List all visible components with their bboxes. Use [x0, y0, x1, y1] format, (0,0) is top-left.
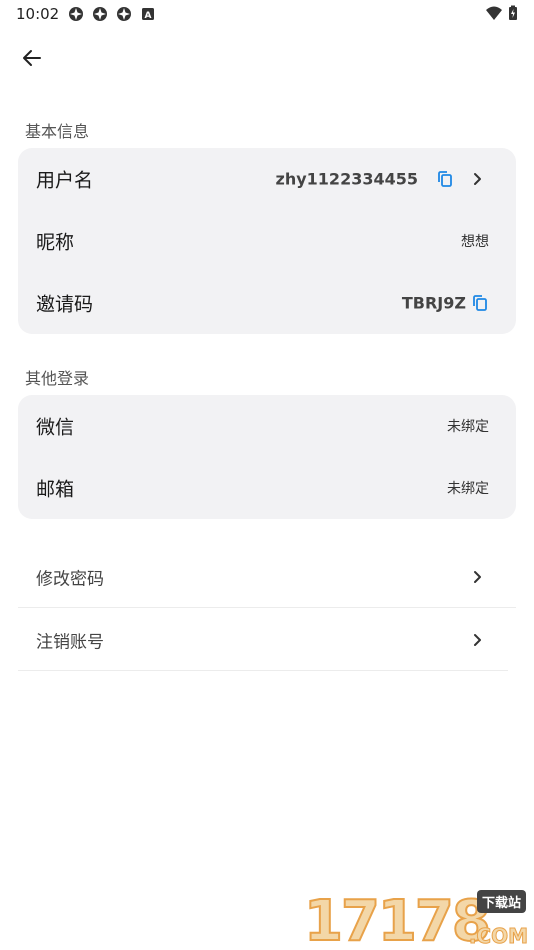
invite-code-label: 邀请码 [36, 293, 94, 316]
username-label: 用户名 [36, 169, 94, 192]
nickname-row: 昵称 想想 [18, 210, 516, 272]
email-status: 未绑定 [447, 481, 489, 497]
chevron-right-icon[interactable] [471, 172, 485, 186]
wifi-icon [486, 6, 502, 20]
section-title-basic-info: 基本信息 [25, 122, 90, 141]
delete-account-label: 注销账号 [36, 632, 104, 652]
other-login-card: 微信 未绑定 邮箱 未绑定 [18, 395, 516, 519]
chevron-right-icon [474, 633, 481, 646]
app-notification-icon [117, 7, 131, 21]
watermark-number: 17178 [303, 889, 492, 950]
invite-code-value: TBRJ9Z [401, 293, 466, 313]
email-row[interactable]: 邮箱 未绑定 [18, 457, 516, 519]
watermark-suffix: .COM [468, 924, 528, 949]
username-row[interactable]: 用户名 zhy1122334455 [18, 148, 516, 210]
wechat-row[interactable]: 微信 未绑定 [18, 395, 516, 457]
status-bar: 10:02 A [0, 0, 534, 28]
notification-icons: A [68, 6, 156, 22]
invite-code-row: 邀请码 TBRJ9Z [18, 272, 516, 334]
copy-icon[interactable] [436, 170, 454, 188]
watermark-logo: 17178 下载站 .COM [303, 888, 532, 950]
status-time: 10:02 [16, 5, 60, 23]
app-notification-icon [93, 7, 107, 21]
chevron-right-icon [474, 570, 481, 583]
nickname-value: 想想 [461, 234, 489, 250]
wechat-label: 微信 [36, 416, 75, 439]
change-password-label: 修改密码 [36, 569, 104, 589]
wechat-status: 未绑定 [447, 419, 489, 435]
arrow-left-icon [23, 50, 41, 66]
email-label: 邮箱 [36, 478, 75, 501]
svg-text:A: A [145, 11, 152, 21]
watermark-badge: 下载站 [476, 890, 526, 913]
section-title-other-login: 其他登录 [25, 369, 90, 388]
basic-info-card: 用户名 zhy1122334455 昵称 想想 邀请码 TBRJ9Z [18, 148, 516, 334]
delete-account-row[interactable]: 注销账号 [18, 609, 508, 671]
back-button[interactable] [16, 44, 48, 72]
username-value: zhy1122334455 [275, 169, 418, 189]
app-notification-icon [69, 7, 83, 21]
battery-icon [509, 5, 517, 20]
keyboard-icon: A [142, 8, 154, 21]
nickname-label: 昵称 [36, 231, 75, 254]
system-icons [486, 5, 518, 21]
change-password-row[interactable]: 修改密码 [18, 546, 516, 608]
copy-icon[interactable] [471, 294, 489, 312]
